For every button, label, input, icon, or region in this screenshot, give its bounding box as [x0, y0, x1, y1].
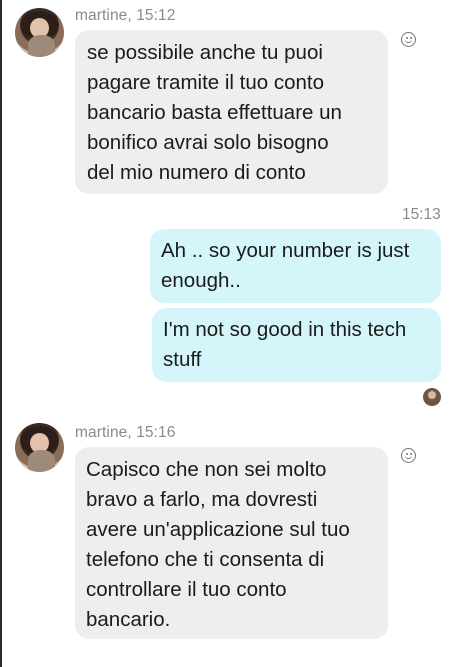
outgoing-message-bubble[interactable]: I'm not so good in this tech stuff — [152, 308, 441, 382]
sender-name-time: martine, 15:16 — [75, 424, 176, 441]
sender-name-time: martine, 15:12 — [75, 7, 176, 24]
outgoing-message-bubble[interactable]: Ah .. so your number is just enough.. — [150, 229, 441, 303]
contact-avatar[interactable] — [15, 423, 64, 472]
smiley-reaction-icon[interactable] — [401, 32, 416, 47]
incoming-message-bubble[interactable]: Capisco che non sei molto bravo a farlo,… — [75, 447, 388, 639]
message-timestamp: 15:13 — [402, 206, 441, 223]
contact-avatar[interactable] — [15, 8, 64, 57]
incoming-message-bubble[interactable]: se possibile anche tu puoi pagare tramit… — [75, 30, 388, 194]
left-edge-divider — [0, 0, 2, 667]
read-receipt-avatar — [423, 388, 441, 406]
smiley-reaction-icon[interactable] — [401, 448, 416, 463]
